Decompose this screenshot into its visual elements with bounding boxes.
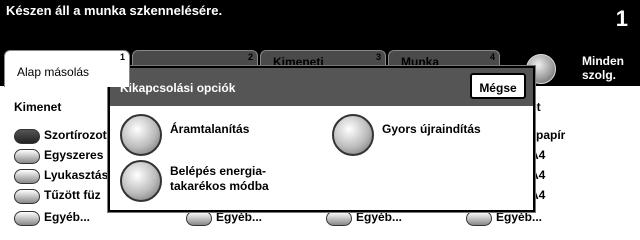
tab-basic-copy[interactable]: Alap másolás 1 bbox=[4, 50, 130, 87]
option-indicator bbox=[186, 211, 212, 226]
energy-saver-label: Belépés energia- takarékos módba bbox=[170, 164, 269, 193]
option-indicator bbox=[466, 211, 492, 226]
all-services-label: Minden szolg. bbox=[582, 54, 624, 82]
tab-number: 1 bbox=[119, 52, 125, 62]
option-indicator bbox=[14, 189, 40, 204]
option-indicator bbox=[14, 169, 40, 184]
output-header: Kimenet bbox=[14, 100, 62, 114]
cancel-button[interactable]: Mégse bbox=[470, 73, 526, 99]
dialog-title: Kikapcsolási opciók bbox=[120, 81, 236, 95]
tab-number: 4 bbox=[489, 52, 495, 62]
power-off-label: Áramtalanítás bbox=[170, 122, 250, 136]
power-off-dialog: Kikapcsolási opciók Mégse Áramtalanítás … bbox=[108, 66, 535, 212]
status-message: Készen áll a munka szkennelésére. bbox=[6, 3, 223, 18]
job-count: 1 bbox=[615, 6, 628, 31]
tab-label: Alap másolás bbox=[17, 65, 90, 79]
dialog-header: Kikapcsolási opciók Mégse bbox=[110, 68, 533, 106]
status-bar: Készen áll a munka szkennelésére. 1 bbox=[0, 0, 640, 48]
option-indicator bbox=[326, 211, 352, 226]
power-off-button[interactable] bbox=[120, 114, 162, 156]
quick-restart-label: Gyors újraindítás bbox=[382, 122, 481, 136]
tab-number: 2 bbox=[247, 52, 253, 62]
option-indicator bbox=[14, 149, 40, 164]
option-indicator bbox=[14, 211, 40, 226]
energy-saver-button[interactable] bbox=[120, 160, 162, 202]
option-indicator bbox=[14, 129, 40, 144]
quick-restart-button[interactable] bbox=[332, 114, 374, 156]
tab-number: 3 bbox=[375, 52, 381, 62]
